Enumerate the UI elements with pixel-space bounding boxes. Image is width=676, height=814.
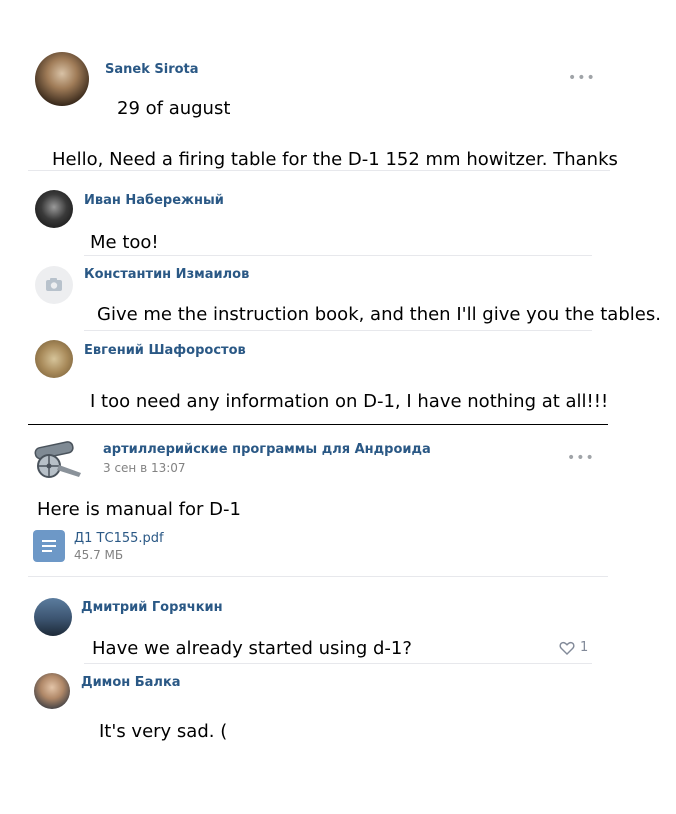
avatar[interactable] — [35, 52, 89, 106]
attachment-size: 45.7 МБ — [74, 548, 124, 562]
comment-author[interactable]: Константин Измаилов — [84, 267, 249, 282]
attachment[interactable]: Д1 ТС155.pdf 45.7 МБ — [33, 530, 293, 566]
reply-author[interactable]: Димон Балка — [81, 675, 181, 690]
divider — [28, 424, 608, 425]
repost-date[interactable]: 3 сен в 13:07 — [103, 461, 186, 475]
avatar[interactable] — [35, 266, 73, 304]
comment-text: Me too! — [90, 232, 159, 253]
repost-text: Here is manual for D-1 — [37, 499, 241, 520]
divider — [28, 170, 610, 171]
attachment-name[interactable]: Д1 ТС155.pdf — [74, 531, 164, 546]
avatar[interactable] — [35, 190, 73, 228]
post-menu-icon[interactable]: ••• — [568, 70, 596, 86]
comment-author[interactable]: Иван Набережный — [84, 193, 224, 208]
document-icon — [33, 530, 65, 562]
divider — [28, 576, 608, 577]
divider — [84, 663, 592, 664]
comment-text: I too need any information on D-1, I hav… — [90, 391, 609, 412]
like-count: 1 — [580, 640, 589, 655]
avatar[interactable] — [35, 340, 73, 378]
reply-text: Have we already started using d-1? — [92, 638, 412, 659]
post-text: Hello, Need a firing table for the D-1 1… — [52, 149, 618, 170]
reply-author[interactable]: Дмитрий Горячкин — [81, 600, 223, 615]
repost-menu-icon[interactable]: ••• — [567, 450, 595, 466]
camera-icon — [46, 278, 62, 291]
cannon-avatar[interactable] — [33, 435, 85, 481]
repost-author[interactable]: артиллерийские программы для Андроида — [103, 442, 431, 457]
avatar[interactable] — [34, 598, 72, 636]
divider — [84, 255, 592, 256]
like-button[interactable]: 1 — [559, 639, 591, 657]
heart-icon — [559, 641, 575, 655]
post-author[interactable]: Sanek Sirota — [105, 62, 199, 77]
avatar[interactable] — [34, 673, 70, 709]
post-date: 29 of august — [117, 98, 231, 119]
comment-author[interactable]: Евгений Шафоростов — [84, 343, 246, 358]
comment-text: Give me the instruction book, and then I… — [97, 304, 661, 325]
divider — [84, 330, 592, 331]
reply-text: It's very sad. ( — [99, 721, 228, 742]
